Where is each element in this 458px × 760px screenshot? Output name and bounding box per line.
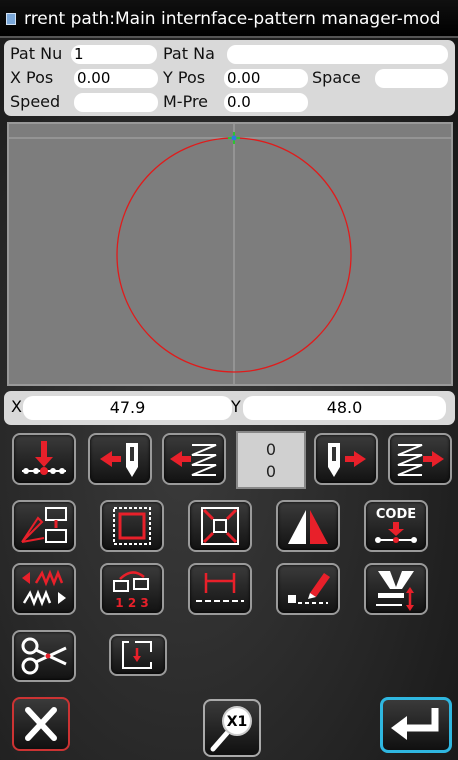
origin-marker [228, 132, 240, 144]
pattern-parameters-panel: Pat Nu 1 Pat Na X Pos 0.00 Y Pos 0.00 Sp… [4, 40, 455, 116]
current-path-title: rrent path:Main internface-pattern manag… [24, 9, 441, 29]
y-coord-label: Y [231, 397, 241, 416]
speed-label: Speed [10, 92, 61, 111]
edit-stitch-button[interactable] [276, 563, 340, 615]
move-to-start-icon [22, 441, 66, 475]
edit-stitch-icon [288, 573, 330, 604]
y-coord-field: 48.0 [243, 396, 446, 420]
zoom-button[interactable]: X1 [203, 699, 261, 757]
pat-name-field[interactable] [227, 45, 448, 64]
zoom-level-label: X1 [227, 714, 248, 730]
x-coord-field: 47.9 [23, 396, 232, 420]
y-pos-label: Y Pos [163, 68, 206, 87]
pat-num-field[interactable]: 1 [71, 45, 157, 64]
confirm-button[interactable] [380, 697, 452, 753]
sequence-button[interactable]: 1 2 3 [100, 563, 164, 615]
stitch-counter: 0 0 [236, 431, 306, 489]
needle-back-icon [100, 443, 138, 477]
select-area-button[interactable] [100, 500, 164, 552]
sequence-icon: 1 2 3 [113, 571, 149, 610]
close-icon [25, 707, 57, 741]
svg-text:1 2 3: 1 2 3 [115, 596, 148, 610]
scale-icon [201, 507, 239, 545]
edit-point-icon [21, 507, 67, 543]
zigzag-icon [22, 569, 66, 607]
mirror-icon [288, 510, 328, 544]
counter-top-value: 0 [265, 440, 277, 459]
step-forward-button[interactable] [388, 433, 452, 485]
code-icon: CODE [375, 507, 417, 543]
presser-foot-icon [376, 571, 414, 611]
enter-icon [391, 708, 439, 740]
pat-name-label: Pat Na [163, 44, 215, 63]
window-icon [6, 13, 16, 25]
y-pos-field[interactable]: 0.00 [224, 69, 308, 88]
zigzag-button[interactable] [12, 563, 76, 615]
pattern-drawing [9, 124, 451, 384]
space-field[interactable] [375, 69, 448, 88]
m-pre-field[interactable]: 0.0 [224, 93, 308, 112]
cut-button[interactable] [12, 630, 76, 682]
move-to-start-button[interactable] [12, 433, 76, 485]
origin-icon [122, 641, 152, 669]
step-back-icon [170, 444, 217, 476]
coordinates-panel: X 47.9 Y 48.0 [4, 391, 455, 425]
needle-forward-icon [328, 443, 366, 477]
pattern-canvas[interactable] [7, 122, 453, 386]
select-area-icon [113, 507, 151, 545]
counter-bottom-value: 0 [265, 462, 277, 481]
space-label: Space [312, 68, 361, 87]
scale-button[interactable] [188, 500, 252, 552]
edit-point-button[interactable] [12, 500, 76, 552]
measure-distance-icon [196, 573, 244, 602]
presser-foot-button[interactable] [364, 563, 428, 615]
pat-num-label: Pat Nu [10, 44, 63, 63]
code-label: CODE [376, 507, 416, 522]
code-button[interactable]: CODE [364, 500, 428, 552]
mirror-button[interactable] [276, 500, 340, 552]
cancel-button[interactable] [12, 697, 70, 751]
needle-back-button[interactable] [88, 433, 152, 485]
step-back-button[interactable] [162, 433, 226, 485]
magnifier-icon: X1 [210, 706, 252, 752]
needle-forward-button[interactable] [314, 433, 378, 485]
x-pos-field[interactable]: 0.00 [74, 69, 158, 88]
x-coord-label: X [11, 397, 22, 416]
speed-field[interactable] [74, 93, 158, 112]
title-bar: rrent path:Main internface-pattern manag… [0, 0, 458, 38]
scissors-icon [21, 637, 67, 675]
origin-button[interactable] [109, 634, 167, 676]
x-pos-label: X Pos [10, 68, 54, 87]
measure-distance-button[interactable] [188, 563, 252, 615]
m-pre-label: M-Pre [163, 92, 209, 111]
step-forward-icon [397, 444, 444, 476]
